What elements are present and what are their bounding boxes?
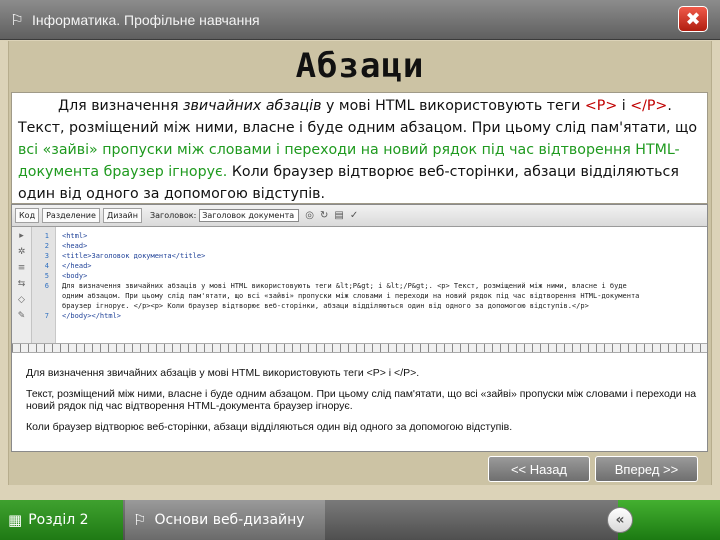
- code-line: <head>: [62, 242, 88, 250]
- line-number: 2: [44, 242, 49, 250]
- code-line: <title>Заголовок документа</title>: [62, 252, 206, 260]
- check-icon: ✓: [349, 210, 359, 221]
- code-line: Для визначення звичайних абзаців у мові …: [62, 282, 627, 290]
- preview-paragraph: Для визначення звичайних абзаців у мові …: [26, 367, 420, 379]
- globe-icon: ◎: [305, 210, 314, 221]
- text-emphasis: звичайних абзаців: [183, 98, 322, 114]
- tool-icon: ⇆: [17, 279, 26, 289]
- code-line: </body></html>: [62, 312, 122, 320]
- next-button[interactable]: Вперед >>: [595, 456, 698, 482]
- pennant-icon: ⚐: [133, 511, 147, 529]
- code-line: <html>: [62, 232, 88, 240]
- tool-icon: ▸: [19, 231, 24, 241]
- tool-icon: ✲: [17, 247, 26, 257]
- film-icon: ▦: [8, 511, 23, 529]
- prev-button[interactable]: << Назад: [488, 456, 590, 482]
- line-numbers: 1 2 3 4 5 6 7: [32, 227, 56, 343]
- editor-toolbar: Код Разделение Дизайн Заголовок: Заголов…: [12, 205, 707, 227]
- preview-paragraph: Текст, розміщений між ними, власне і буд…: [26, 387, 697, 413]
- explanation-text: Для визначення звичайних абзаців у мові …: [11, 92, 708, 204]
- preview-paragraph: Коли браузер відтворює веб-сторінки, абз…: [26, 420, 513, 433]
- code-line: </head>: [62, 262, 92, 270]
- text-part: і: [617, 98, 631, 114]
- tag-close: </P>: [630, 98, 668, 114]
- slide-title: Абзаци: [295, 46, 425, 86]
- code-view-button: Код: [15, 208, 40, 223]
- tool-icon: ✎: [17, 311, 26, 321]
- topic-tab[interactable]: ⚐ Основи веб-дизайну: [125, 500, 325, 540]
- doc-title-field: Заголовок документа: [199, 209, 300, 222]
- section-tab[interactable]: ▦ Розділ 2: [0, 500, 123, 540]
- code-lines: <html> <head> <title>Заголовок документа…: [62, 227, 705, 343]
- line-number: 1: [44, 232, 49, 240]
- line-number: 7: [44, 312, 49, 320]
- split-view-button: Разделение: [42, 208, 100, 223]
- back-button[interactable]: «: [607, 507, 633, 533]
- line-number: 3: [44, 252, 49, 260]
- editor-screenshot: Код Разделение Дизайн Заголовок: Заголов…: [11, 204, 708, 452]
- design-preview: Для визначення звичайних абзаців у мові …: [12, 353, 707, 451]
- view-options-icon: ▤: [334, 210, 344, 221]
- text-part: у мові HTML використовують теги: [321, 98, 585, 114]
- code-line: <body>: [62, 272, 88, 280]
- double-chevron-left-icon: «: [615, 512, 625, 528]
- line-number: 4: [44, 262, 49, 270]
- tag-open: <P>: [584, 98, 618, 114]
- topic-label: Основи веб-дизайну: [154, 512, 305, 528]
- line-number: 5: [44, 272, 49, 280]
- tool-icon: ≡: [17, 263, 26, 273]
- code-gutter-tools: ▸ ✲ ≡ ⇆ ◇ ✎: [12, 227, 32, 343]
- doc-title-label: Заголовок:: [149, 211, 197, 220]
- design-ruler: [12, 343, 707, 353]
- text-part: Для визначення: [58, 98, 183, 114]
- code-line: браузер ігнорує. </p><p> Коли браузер ві…: [62, 302, 589, 310]
- code-area: ▸ ✲ ≡ ⇆ ◇ ✎ 1 2 3 4 5 6 7 <html> <head> …: [12, 227, 707, 343]
- close-button[interactable]: ✖: [678, 6, 708, 32]
- window-title: Інформатика. Профільне навчання: [32, 11, 260, 28]
- line-number: 6: [44, 282, 49, 290]
- footer-accent: [618, 500, 720, 540]
- close-icon: ✖: [685, 8, 701, 30]
- design-view-button: Дизайн: [102, 208, 142, 223]
- pennant-icon: ⚐: [10, 10, 24, 29]
- section-label: Розділ 2: [28, 512, 89, 528]
- code-line: одним абзацом. При цьому слід пам'ятати,…: [62, 292, 640, 300]
- window-titlebar: ⚐ Інформатика. Профільне навчання ✖: [0, 0, 720, 40]
- tool-icon: ◇: [18, 295, 25, 305]
- refresh-icon: ↻: [320, 210, 329, 221]
